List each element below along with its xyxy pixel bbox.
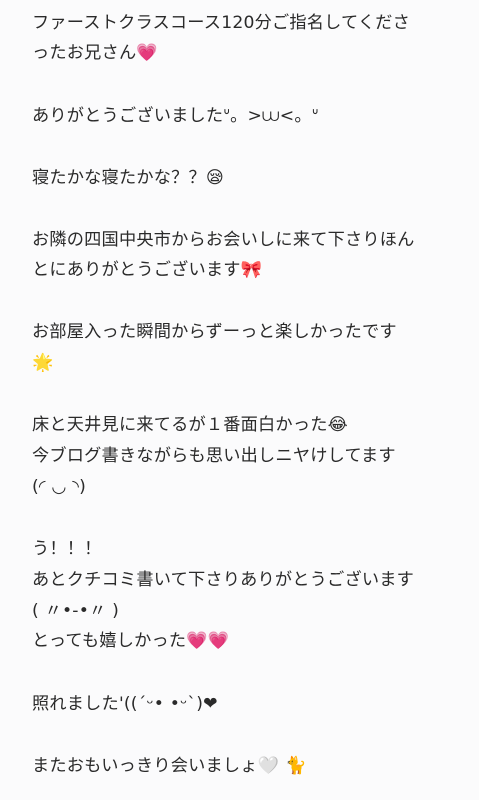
post-line-8: 🌟 <box>32 353 54 373</box>
post-line-14: ( 〃•-•〃 ) <box>32 601 119 621</box>
post-line-10: 今ブログ書きながらも思い出しニヤけしてます <box>32 446 396 466</box>
post-line-13: あとクチコミ書いて下さりありがとうございます <box>32 570 415 590</box>
post-line-12: う！！！ <box>32 539 102 559</box>
post-line-16: 照れました'((ˊᵕ• •ᵕˋ)❤ <box>32 694 218 714</box>
post-line-5: お隣の四国中央市からお会いしに来て下さりほん <box>32 230 415 250</box>
post-line-4: 寝たかな寝たかな？？😪 <box>32 168 224 188</box>
post-line-11: (◜ ◡ ◝) <box>32 477 87 497</box>
post-line-3: ありがとうございましたᐡ。>⩊<。ᐡ <box>32 106 319 126</box>
post-line-7: お部屋入った瞬間からずーっと楽しかったです <box>32 322 397 342</box>
post-line-9: 床と天井見に来てるが１番面白かった😂 <box>32 415 348 435</box>
post-line-2: ったお兄さん💗 <box>32 43 158 63</box>
post-line-6: とにありがとうございます🎀 <box>32 260 263 280</box>
post-line-17: またおもいっきり会いましょ🤍 🐈 <box>32 756 307 776</box>
post-line-1: ファーストクラスコース120分ご指名してくださ <box>32 13 411 33</box>
post-line-15: とっても嬉しかった💗💗 <box>32 631 230 651</box>
